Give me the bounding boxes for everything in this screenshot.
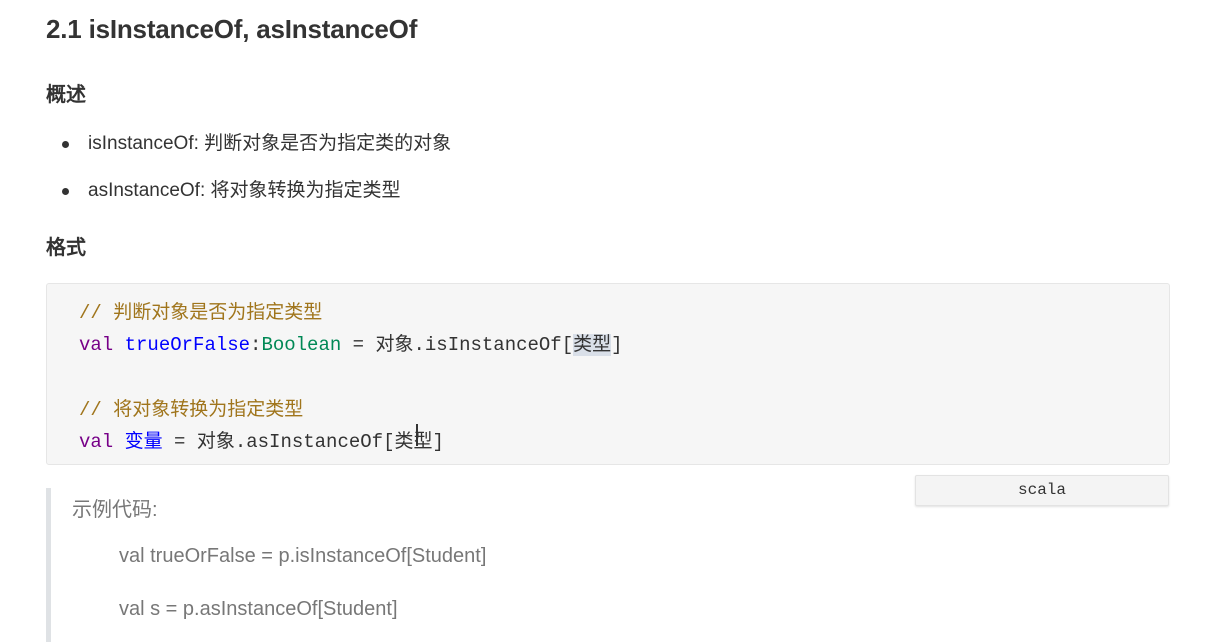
example-label: 示例代码: (72, 499, 158, 521)
code-comment: // 判断对象是否为指定类型 (79, 302, 323, 324)
section-title: 2.1 isInstanceOf, asInstanceOf (46, 14, 418, 44)
example-blockquote: 示例代码: val trueOrFalse = p.isInstanceOf[S… (46, 488, 906, 642)
list-item-text: asInstanceOf: 将对象转换为指定类型 (88, 180, 401, 201)
list-item-text: isInstanceOf: 判断对象是否为指定类的对象 (88, 133, 452, 154)
code-text: = 对象.isInstanceOf[ (341, 334, 574, 356)
example-line: val s = p.asInstanceOf[Student] (119, 598, 398, 620)
code-keyword: val (79, 431, 114, 453)
text-cursor-icon (416, 424, 418, 446)
overview-list: isInstanceOf: 判断对象是否为指定类的对象 asInstanceOf… (46, 128, 451, 222)
code-selection: 类型 (573, 334, 612, 356)
code-variable: 变量 (124, 431, 163, 453)
language-selector[interactable]: scala (915, 475, 1169, 506)
code-line: val trueOrFalse:Boolean = 对象.isInstanceO… (79, 329, 1169, 361)
bullet-icon (62, 188, 69, 195)
list-item: asInstanceOf: 将对象转换为指定类型 (46, 175, 451, 222)
code-block[interactable]: // 判断对象是否为指定类型 val trueOrFalse:Boolean =… (46, 283, 1170, 465)
document-page: 2.1 isInstanceOf, asInstanceOf 概述 isInst… (0, 0, 1211, 642)
code-text: = 对象.asInstanceOf[ (162, 431, 395, 453)
code-variable: trueOrFalse (124, 334, 251, 356)
overview-heading: 概述 (46, 84, 86, 106)
code-type: Boolean (261, 334, 342, 356)
code-text: ] (611, 334, 623, 356)
code-punctuation: : (250, 334, 262, 356)
bullet-icon (62, 141, 69, 148)
example-line: val trueOrFalse = p.isInstanceOf[Student… (119, 545, 487, 567)
code-text: ] (432, 431, 444, 453)
format-heading: 格式 (46, 237, 86, 259)
code-line: val 变量 = 对象.asInstanceOf[类型] (79, 426, 1169, 458)
list-item: isInstanceOf: 判断对象是否为指定类的对象 (46, 128, 451, 175)
code-text: 类型 (394, 431, 433, 453)
code-line: // 判断对象是否为指定类型 (79, 297, 1169, 329)
code-keyword: val (79, 334, 114, 356)
code-comment: // 将对象转换为指定类型 (79, 399, 304, 421)
code-line: // 将对象转换为指定类型 (79, 394, 1169, 426)
